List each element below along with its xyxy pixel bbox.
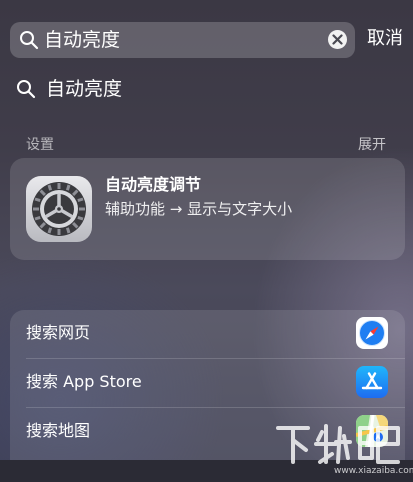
- cancel-button[interactable]: 取消: [367, 26, 403, 52]
- search-input[interactable]: 自动亮度: [44, 27, 120, 53]
- expand-button[interactable]: 展开: [358, 134, 386, 154]
- close-icon: [332, 34, 343, 45]
- result-title: 自动亮度调节: [105, 175, 202, 194]
- search-icon: [20, 31, 39, 50]
- settings-gear-icon: [26, 176, 92, 242]
- search-icon: [17, 80, 36, 99]
- settings-result-card[interactable]: 自动亮度调节 辅助功能 → 显示与文字大小: [10, 158, 405, 260]
- section-header-settings: 设置: [26, 137, 54, 153]
- watermark-domain: www.xiazaiba.com: [334, 466, 413, 476]
- search-maps-label: 搜索地图: [26, 421, 91, 440]
- app-store-icon: [356, 366, 388, 398]
- suggestion-text: 自动亮度: [46, 78, 123, 100]
- result-subtitle: 辅助功能 → 显示与文字大小: [105, 200, 293, 218]
- search-app-store-label: 搜索 App Store: [26, 372, 142, 391]
- safari-icon: [356, 317, 388, 349]
- search-app-store-row[interactable]: 搜索 App Store: [10, 359, 405, 407]
- search-web-row[interactable]: 搜索网页: [10, 310, 405, 358]
- search-bar[interactable]: 自动亮度: [10, 22, 355, 58]
- clear-search-button[interactable]: [328, 30, 347, 49]
- search-web-label: 搜索网页: [26, 323, 91, 342]
- watermark-logo: [276, 424, 400, 464]
